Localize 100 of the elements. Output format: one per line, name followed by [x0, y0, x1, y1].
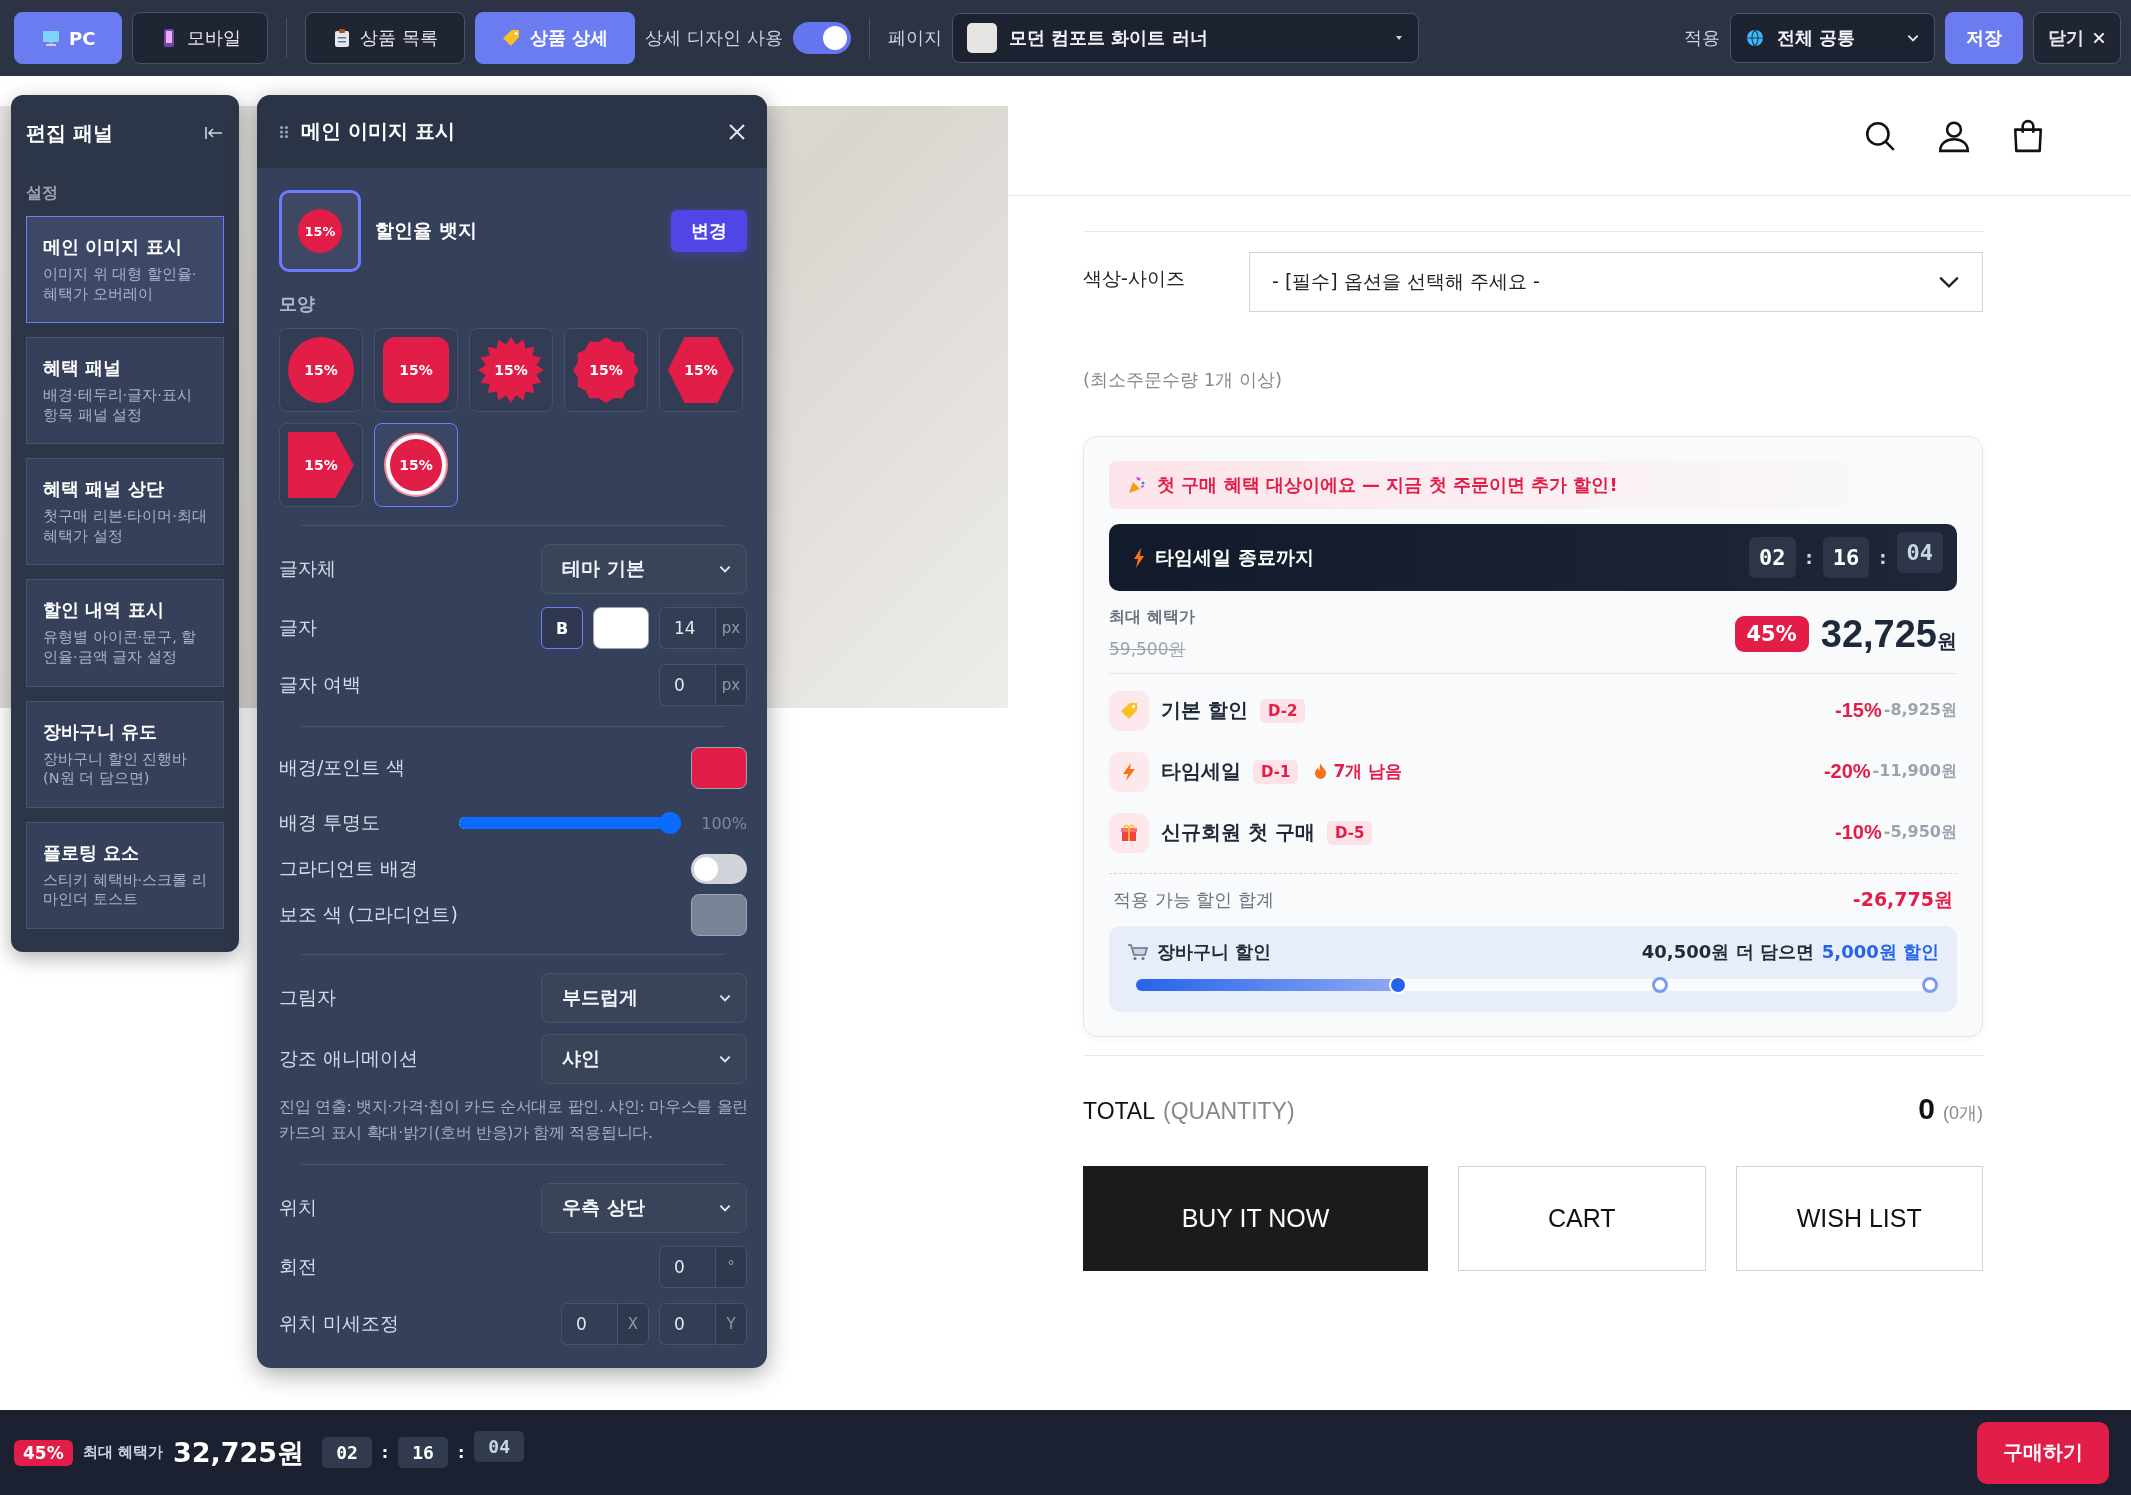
- shopping-bag-icon[interactable]: [2011, 118, 2045, 153]
- rotation-field[interactable]: 0: [659, 1246, 715, 1289]
- badge-shape-option[interactable]: 15%: [374, 423, 458, 507]
- stock-left: 7개 남음: [1333, 760, 1403, 783]
- discount-percent: -10%: [1835, 821, 1882, 844]
- total-discount-label: 적용 가능 할인 합계: [1113, 888, 1275, 912]
- remaining-amount: 40,500원 더 담으면: [1641, 940, 1814, 964]
- setting-label: 회전: [279, 1254, 318, 1280]
- drag-handle-icon[interactable]: [279, 124, 289, 139]
- option-select[interactable]: - [필수] 옵션을 선택해 주세요 -: [1249, 252, 1983, 312]
- purchase-button[interactable]: BUY IT NOW: [1083, 1166, 1428, 1271]
- page-select[interactable]: 모던 컴포트 화이트 러너: [951, 13, 1419, 63]
- font-size-field[interactable]: 14: [659, 607, 715, 649]
- chevron-icon: [1938, 275, 1960, 289]
- device-tab[interactable]: 모바일: [132, 12, 269, 64]
- font-select[interactable]: 테마 기본: [541, 544, 747, 594]
- discount-amount: -8,925원: [1883, 700, 1957, 721]
- page-tab[interactable]: 상품 상세: [475, 12, 636, 64]
- discount-rate-badge: 45%: [14, 1439, 73, 1466]
- setting-label: 글자: [279, 615, 318, 640]
- letter-spacing-field[interactable]: 0: [659, 664, 715, 706]
- unit-label: px: [715, 664, 747, 706]
- slider-thumb[interactable]: [659, 812, 682, 834]
- product-thumbnail: [966, 23, 997, 53]
- d-day-chip: D-2: [1259, 698, 1306, 723]
- timer-digits: 04: [474, 1431, 524, 1462]
- panel-menu-item[interactable]: 할인 내역 표시 유형별 아이콘·문구, 할인율·금액 글자 설정: [26, 579, 224, 687]
- min-quantity-note: (최소주문수량 1개 이상): [1083, 368, 1283, 392]
- device-tab[interactable]: PC: [14, 12, 123, 64]
- setting-label: 글자체: [279, 556, 337, 581]
- item-description: 첫구매 리본·타이머·최대 혜택가 설정: [43, 507, 207, 546]
- badge-shape-option[interactable]: 15%: [374, 328, 458, 412]
- max-benefit-label: 최대 혜택가: [82, 1443, 163, 1462]
- setting-label: 그라디언트 배경: [279, 856, 420, 881]
- badge-shape-option[interactable]: 15%: [659, 328, 743, 412]
- timer-separator: :: [381, 1443, 389, 1462]
- timer-label: 타임세일 종료까지: [1155, 544, 1314, 570]
- text-color-swatch[interactable]: [593, 607, 649, 649]
- panel-menu-item[interactable]: 장바구니 유도 장바구니 할인 진행바 (N원 더 담으면): [26, 700, 224, 808]
- save-button[interactable]: 저장: [1945, 12, 2023, 64]
- item-description: 이미지 위 대형 할인율·혜택가 오버레이: [43, 265, 198, 304]
- animation-select[interactable]: 샤인: [541, 1034, 747, 1084]
- setting-label: 위치 미세조정: [279, 1311, 401, 1337]
- purchase-button[interactable]: CART: [1458, 1166, 1706, 1271]
- timer-digits: 02: [322, 1437, 372, 1468]
- panel-menu-item[interactable]: 플로팅 요소 스티키 혜택바·스크롤 리마인더 토스트: [26, 821, 224, 929]
- gift-icon: [1109, 812, 1149, 853]
- setting-label: 강조 애니메이션: [279, 1046, 420, 1071]
- opacity-value: 100%: [701, 813, 747, 833]
- setting-label: 위치: [279, 1195, 318, 1221]
- offset-y-field[interactable]: 0: [659, 1303, 715, 1346]
- item-description: 배경·테두리·글자·표시 항목 패널 설정: [43, 386, 193, 425]
- badge-shape-option[interactable]: 15%: [279, 328, 363, 412]
- item-description: 장바구니 할인 진행바 (N원 더 담으면): [43, 749, 189, 789]
- purchase-button[interactable]: WISH LIST: [1735, 1166, 1983, 1271]
- discount-rate-badge: 45%: [1734, 616, 1809, 652]
- help-text: 진입 연출: 뱃지·가격·칩이 카드 순서대로 팝인. 샤인: 마우스를 올린 카드의 표시 확대·밝기(호버 반응)가 함께 적용됩니다.: [279, 1097, 749, 1144]
- buy-button[interactable]: 구매하기: [1977, 1421, 2109, 1484]
- total-label: TOTAL: [1083, 1098, 1155, 1125]
- original-price: 59,500원: [1109, 638, 1187, 661]
- discount-name: 신규회원 첫 구매: [1161, 819, 1315, 846]
- item-title: 혜택 패널: [43, 356, 123, 381]
- background-color-swatch[interactable]: [691, 747, 747, 789]
- badge-shape-option[interactable]: 15%: [469, 328, 553, 412]
- collapse-icon[interactable]: [204, 126, 224, 140]
- tag-icon: [1109, 690, 1149, 731]
- panel-title: 메인 이미지 표시: [301, 118, 455, 145]
- badge-shape-option[interactable]: 15%: [279, 423, 363, 507]
- lightning-icon: [1133, 547, 1145, 568]
- item-title: 플로팅 요소: [43, 840, 141, 865]
- setting-label: 배경 투명도: [279, 810, 381, 835]
- discount-amount: -11,900원: [1872, 761, 1957, 782]
- shadow-select[interactable]: 부드럽게: [541, 973, 747, 1023]
- badge-shape-option[interactable]: 15%: [564, 328, 648, 412]
- panel-menu-item[interactable]: 혜택 패널 배경·테두리·글자·표시 항목 패널 설정: [26, 337, 224, 445]
- apply-label: 적용: [1684, 26, 1720, 50]
- offset-x-field[interactable]: 0: [561, 1303, 617, 1346]
- close-icon[interactable]: [727, 121, 747, 142]
- opacity-slider[interactable]: [459, 812, 682, 834]
- timer-separator: :: [1805, 547, 1813, 568]
- page-tab[interactable]: 상품 목록: [305, 12, 466, 64]
- gradient-toggle[interactable]: [691, 854, 747, 884]
- apply-select[interactable]: 전체 공통: [1730, 13, 1935, 63]
- setting-label: 보조 색 (그라디언트): [279, 902, 459, 927]
- secondary-color-swatch[interactable]: [691, 894, 747, 936]
- bold-toggle[interactable]: B: [541, 607, 583, 649]
- close-button[interactable]: 닫기: [2033, 12, 2121, 64]
- change-button[interactable]: 변경: [671, 210, 747, 252]
- panel-menu-item[interactable]: 혜택 패널 상단 첫구매 리본·타이머·최대 혜택가 설정: [26, 458, 224, 566]
- panel-menu-item[interactable]: 메인 이미지 표시 이미지 위 대형 할인율·혜택가 오버레이: [26, 216, 224, 324]
- timer-digits: 04: [1896, 532, 1943, 573]
- position-select[interactable]: 우측 상단: [541, 1183, 747, 1234]
- detail-design-toggle[interactable]: [792, 22, 851, 54]
- discount-percent: -15%: [1835, 699, 1882, 722]
- discount-amount: -5,950원: [1883, 822, 1957, 843]
- unit-label: X: [617, 1303, 649, 1346]
- timer-digits: 02: [1749, 537, 1796, 578]
- timer-separator: :: [1879, 547, 1887, 568]
- currency-unit: 원: [1937, 628, 1957, 655]
- cart-discount-label: 장바구니 할인: [1157, 940, 1272, 964]
